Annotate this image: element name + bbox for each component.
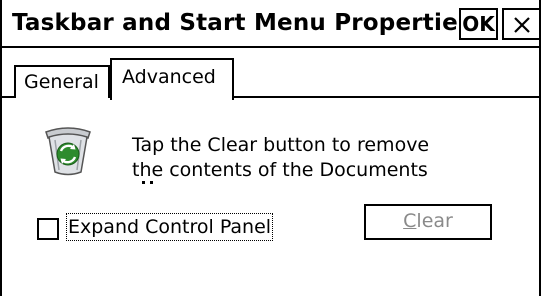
truncated-text-indicator	[142, 181, 156, 187]
clear-button-mnemonic: C	[403, 210, 417, 232]
ok-button[interactable]: OK	[459, 8, 498, 40]
expand-control-panel-checkbox[interactable]	[37, 218, 59, 240]
clear-description-line-2: the contents of the Documents	[132, 159, 428, 181]
window-title: Taskbar and Start Menu Properties	[12, 10, 472, 36]
tab-advanced[interactable]: Advanced	[110, 58, 234, 102]
clear-button-label: lear	[416, 210, 453, 232]
tab-general[interactable]: General	[14, 65, 110, 98]
clear-button[interactable]: Clear	[364, 204, 492, 240]
title-bar: Taskbar and Start Menu Properties OK	[2, 0, 539, 48]
clear-description-line-1: Tap the Clear button to remove	[132, 134, 430, 156]
tab-advanced-label: Advanced	[122, 66, 216, 88]
recycle-bin-icon	[40, 120, 96, 178]
expand-control-panel-label[interactable]: Expand Control Panel	[65, 213, 274, 241]
close-icon	[514, 17, 530, 33]
close-button[interactable]	[502, 8, 539, 40]
properties-dialog: Taskbar and Start Menu Properties OK Gen…	[0, 0, 541, 296]
